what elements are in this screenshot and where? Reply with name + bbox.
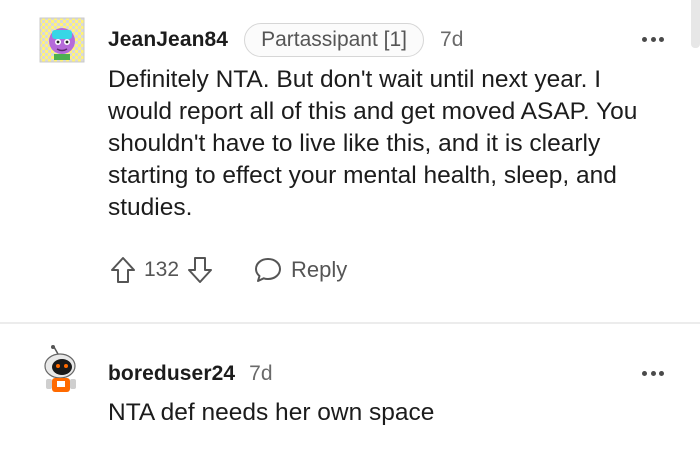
downvote-button[interactable] [185,253,215,287]
more-dot [659,370,664,376]
comment-body: Definitely NTA. But don't wait until nex… [108,66,638,221]
reply-label: Reply [291,257,348,282]
user-flair: Partassipant [1] [244,23,425,57]
avatar[interactable] [36,344,88,396]
more-dot [650,36,656,42]
username[interactable]: boreduser24 [108,362,235,386]
downvote-arrow-icon [188,257,213,283]
comment-jeanjean84: JeanJean84 Partassipant [1] 7d Definitel… [0,0,700,322]
more-options-button[interactable] [636,28,670,50]
comment-actions: 132 Reply [108,252,347,288]
more-dot [659,36,664,42]
comment-header: boreduser24 7d [108,357,273,391]
more-horizontal-icon [642,36,647,42]
more-options-button[interactable] [636,362,670,384]
avatar-image [39,17,85,63]
comment-header: JeanJean84 Partassipant [1] 7d [108,23,463,57]
comment-age[interactable]: 7d [249,362,272,386]
comment-divider [0,322,700,324]
more-dot [650,370,656,376]
more-horizontal-icon [642,370,647,376]
avatar-image [44,345,76,392]
comment-age[interactable]: 7d [440,28,463,52]
upvote-button[interactable] [108,253,138,287]
upvote-arrow-icon [111,257,135,283]
avatar[interactable] [36,14,88,66]
speech-bubble-icon [255,258,282,282]
vote-count: 132 [144,258,180,281]
reply-button[interactable]: Reply [253,255,347,285]
comment-boreduser24 [0,326,700,450]
comment-body: NTA def needs her own space [108,399,435,426]
username[interactable]: JeanJean84 [108,28,228,52]
